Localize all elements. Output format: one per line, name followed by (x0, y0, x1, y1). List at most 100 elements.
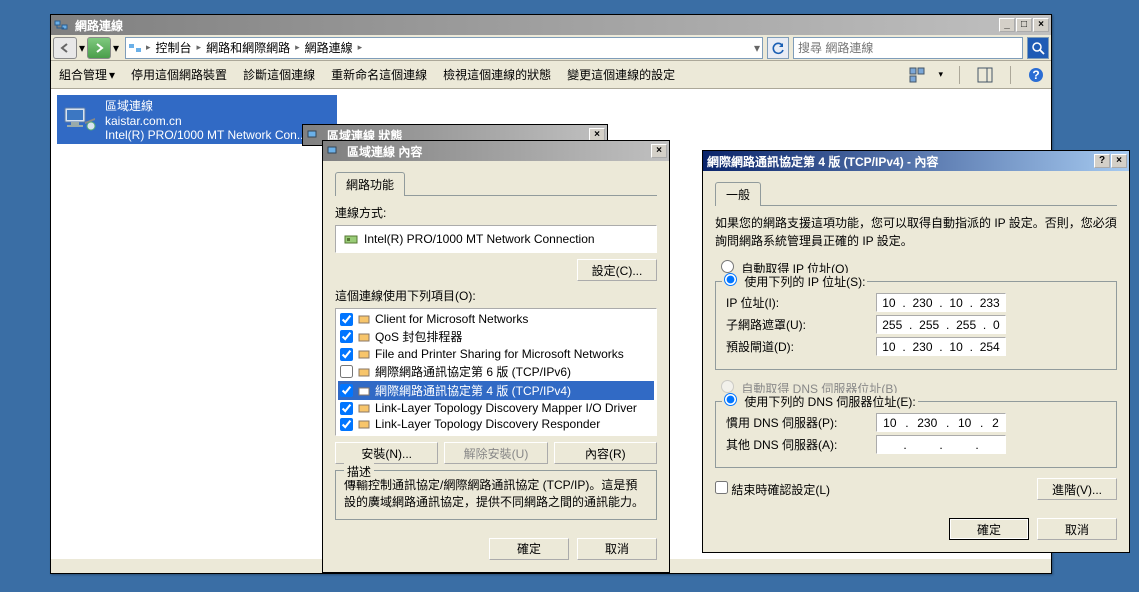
preferred-dns-label: 慣用 DNS 伺服器(P): (726, 414, 876, 431)
item-checkbox[interactable] (340, 348, 353, 361)
connection-domain: kaistar.com.cn (105, 114, 307, 128)
forward-button[interactable] (87, 37, 111, 59)
titlebar[interactable]: 網路連線 _ □ × (51, 15, 1051, 35)
adapter-display: Intel(R) PRO/1000 MT Network Connection (335, 225, 657, 253)
dns-group: 使用下列的 DNS 伺服器位址(E): 慣用 DNS 伺服器(P): 10.23… (715, 401, 1117, 468)
advanced-button[interactable]: 進階(V)... (1037, 478, 1117, 500)
protocol-icon (357, 347, 371, 361)
view-change-icon[interactable] (908, 66, 926, 84)
lan-properties-dialog[interactable]: 區域連線 內容 × 網路功能 連線方式: Intel(R) PRO/1000 M… (322, 140, 670, 573)
protocol-icon (357, 365, 371, 379)
properties-button[interactable]: 內容(R) (554, 442, 657, 464)
gateway-label: 預設閘道(D): (726, 338, 876, 355)
close-button[interactable]: × (1111, 154, 1127, 168)
search-button[interactable] (1027, 37, 1049, 59)
tab-row: 一般 (715, 181, 1117, 206)
connection-item-lan[interactable]: 區域連線 kaistar.com.cn Intel(R) PRO/1000 MT… (57, 95, 337, 144)
toolbar-change-settings[interactable]: 變更這個連線的設定 (565, 64, 677, 85)
connection-adapter: Intel(R) PRO/1000 MT Network Con... (105, 128, 307, 142)
toolbar-organize[interactable]: 組合管理 ▾ (57, 64, 117, 85)
item-label: File and Printer Sharing for Microsoft N… (375, 347, 624, 361)
item-label: 網際網路通訊協定第 4 版 (TCP/IPv4) (375, 382, 571, 399)
chevron-down-icon[interactable]: ▾ (938, 69, 943, 80)
svg-text:?: ? (1032, 68, 1039, 82)
install-button[interactable]: 安裝(N)... (335, 442, 438, 464)
breadcrumb-item[interactable]: 控制台 (153, 38, 195, 57)
toolbar-diagnose[interactable]: 診斷這個連線 (241, 64, 317, 85)
nic-icon (344, 232, 358, 246)
protocol-icon (357, 312, 371, 326)
toolbar: 組合管理 ▾ 停用這個網路裝置 診斷這個連線 重新命名這個連線 檢視這個連線的狀… (51, 61, 1051, 89)
ip-address-label: IP 位址(I): (726, 294, 876, 311)
toolbar-status[interactable]: 檢視這個連線的狀態 (441, 64, 553, 85)
list-item[interactable]: File and Printer Sharing for Microsoft N… (338, 346, 654, 362)
gateway-field[interactable]: 10.230.10.254 (876, 337, 1006, 356)
item-checkbox[interactable] (340, 365, 353, 378)
protocol-icon (357, 401, 371, 415)
protocol-icon (357, 330, 371, 344)
connection-items-list[interactable]: Client for Microsoft NetworksQoS 封包排程器 Fi… (335, 308, 657, 436)
minimize-button[interactable]: _ (999, 18, 1015, 32)
list-item[interactable]: Link-Layer Topology Discovery Responder (338, 416, 654, 432)
item-checkbox[interactable] (340, 330, 353, 343)
back-dropdown[interactable]: ▾ (77, 37, 87, 59)
separator (1010, 66, 1011, 84)
tab-general[interactable]: 一般 (715, 182, 761, 206)
dialog-title: 網際網路通訊協定第 4 版 (TCP/IPv4) - 內容 (705, 153, 1094, 170)
help-icon[interactable]: ? (1027, 66, 1045, 84)
ip-address-field[interactable]: 10.230.10.233 (876, 293, 1006, 312)
ok-button[interactable]: 確定 (949, 518, 1029, 540)
list-item[interactable]: 網際網路通訊協定第 4 版 (TCP/IPv4) (338, 381, 654, 400)
list-item[interactable]: 網際網路通訊協定第 6 版 (TCP/IPv6) (338, 362, 654, 381)
list-item[interactable]: QoS 封包排程器 (338, 327, 654, 346)
close-button[interactable]: × (651, 144, 667, 158)
subnet-mask-label: 子網路遮罩(U): (726, 316, 876, 333)
toolbar-rename[interactable]: 重新命名這個連線 (329, 64, 429, 85)
intro-text: 如果您的網路支援這項功能，您可以取得自動指派的 IP 設定。否則，您必須詢問網路… (715, 214, 1117, 250)
breadcrumb-item[interactable]: 網路和網際網路 (203, 38, 293, 57)
ok-button[interactable]: 確定 (489, 538, 569, 560)
validate-checkbox[interactable]: 結束時確認設定(L) (715, 481, 830, 498)
maximize-button[interactable]: □ (1016, 18, 1032, 32)
titlebar[interactable]: 網際網路通訊協定第 4 版 (TCP/IPv4) - 內容 ? × (703, 151, 1129, 171)
ip-group: 使用下列的 IP 位址(S): IP 位址(I): 10.230.10.233 … (715, 281, 1117, 370)
titlebar[interactable]: 區域連線 內容 × (323, 141, 669, 161)
subnet-mask-field[interactable]: 255.255.255.0 (876, 315, 1006, 334)
item-label: QoS 封包排程器 (375, 328, 462, 345)
adapter-icon (59, 100, 99, 140)
breadcrumb-item[interactable]: 網路連線 (302, 38, 356, 57)
preferred-dns-field[interactable]: 10.230.10.2 (876, 413, 1006, 432)
list-item[interactable]: Link-Layer Topology Discovery Mapper I/O… (338, 400, 654, 416)
chevron-right-icon: ▸ (146, 42, 151, 53)
items-label: 這個連線使用下列項目(O): (335, 287, 657, 304)
preview-pane-icon[interactable] (976, 66, 994, 84)
back-button[interactable] (53, 37, 77, 59)
cancel-button[interactable]: 取消 (1037, 518, 1117, 540)
search-box[interactable] (793, 37, 1023, 59)
list-item[interactable]: Client for Microsoft Networks (338, 311, 654, 327)
chevron-right-icon: ▸ (358, 42, 363, 53)
protocol-icon (357, 384, 371, 398)
address-bar[interactable]: ▸ 控制台 ▸ 網路和網際網路 ▸ 網路連線 ▸ ▾ (125, 37, 763, 59)
search-input[interactable] (798, 41, 1018, 55)
close-button[interactable]: × (1033, 18, 1049, 32)
forward-dropdown[interactable]: ▾ (111, 37, 121, 59)
radio-manual-ip[interactable]: 使用下列的 IP 位址(S): (724, 275, 865, 289)
item-checkbox[interactable] (340, 384, 353, 397)
configure-button[interactable]: 設定(C)... (577, 259, 657, 281)
description-text: 傳輸控制通訊協定/網際網路通訊協定 (TCP/IP)。這是預設的廣域網路通訊協定… (344, 477, 648, 511)
alternate-dns-field[interactable]: ... (876, 435, 1006, 454)
tab-networking[interactable]: 網路功能 (335, 172, 405, 196)
cancel-button[interactable]: 取消 (577, 538, 657, 560)
item-checkbox[interactable] (340, 402, 353, 415)
uninstall-button: 解除安裝(U) (444, 442, 547, 464)
refresh-button[interactable] (767, 37, 789, 59)
item-checkbox[interactable] (340, 418, 353, 431)
radio-manual-dns[interactable]: 使用下列的 DNS 伺服器位址(E): (724, 395, 916, 409)
toolbar-disable[interactable]: 停用這個網路裝置 (129, 64, 229, 85)
chevron-down-icon[interactable]: ▾ (754, 41, 760, 55)
ipv4-properties-dialog[interactable]: 網際網路通訊協定第 4 版 (TCP/IPv4) - 內容 ? × 一般 如果您… (702, 150, 1130, 553)
item-checkbox[interactable] (340, 313, 353, 326)
help-button[interactable]: ? (1094, 154, 1110, 168)
dialog-title: 區域連線 內容 (345, 143, 651, 160)
